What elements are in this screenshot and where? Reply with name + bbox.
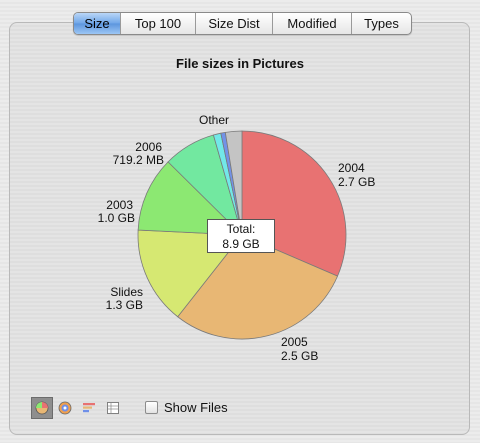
slice-label-name: 2006 [135,140,162,154]
slice-label-name: 2003 [106,198,133,212]
ring-view-button[interactable] [54,397,76,419]
slice-label-name: 2004 [338,161,365,175]
show-files-label[interactable]: Show Files [164,400,228,415]
slice-label-name: Other [199,113,229,127]
list-view-icon [107,402,119,414]
total-tooltip: Total: 8.9 GB [207,219,275,253]
slice-label-value: 2.7 GB [338,175,375,189]
show-files-checkbox[interactable] [145,401,158,414]
total-value: 8.9 GB [222,237,260,251]
pie-view-icon [35,401,49,415]
pie-view-button[interactable] [31,397,53,419]
ring-view-icon [58,401,72,415]
slice-label-value: 719.2 MB [113,153,164,167]
disk-inventory-window: Size Top 100 Size Dist Modified Types Fi… [0,0,480,443]
slice-label-name: 2005 [281,335,308,349]
bar-view-button[interactable] [78,397,100,419]
bar-view-icon [83,403,95,413]
slice-label-value: 1.0 GB [98,211,135,225]
slice-label-value: 2.5 GB [281,349,318,363]
slice-label-value: 1.3 GB [106,298,143,312]
total-label: Total: [226,222,256,236]
list-view-button[interactable] [102,397,124,419]
slice-label-name: Slides [110,285,143,299]
